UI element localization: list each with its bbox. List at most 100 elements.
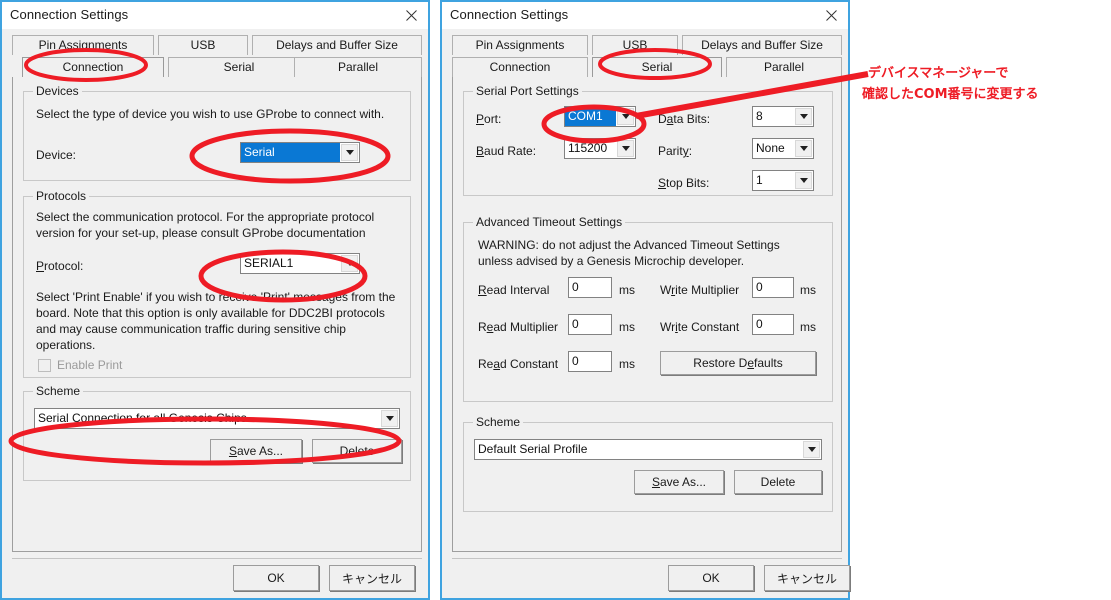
chevron-down-icon[interactable]	[617, 108, 634, 125]
tab-usb[interactable]: USB	[592, 35, 678, 55]
tabs-left: Pin Assignments USB Delays and Buffer Si…	[12, 35, 422, 77]
annotation-line-2: 確認したCOM番号に変更する	[862, 87, 1039, 102]
baud-rate-label: Baud Rate:	[476, 144, 537, 158]
scheme-save-as-label: Save As...	[228, 444, 284, 458]
protocols-description-line1: Select the communication protocol. For t…	[36, 210, 375, 224]
title-bar-right: Connection Settings	[442, 2, 848, 29]
group-timeout-legend: Advanced Timeout Settings	[473, 215, 626, 229]
data-bits-combo[interactable]: 8	[752, 106, 814, 127]
tab-connection[interactable]: Connection	[452, 57, 588, 77]
tab-delays-and-buffer-size[interactable]: Delays and Buffer Size	[682, 35, 842, 55]
title-bar-left: Connection Settings	[2, 2, 428, 29]
group-scheme: Scheme Default Serial Profile Save As...…	[463, 415, 833, 512]
chevron-down-icon[interactable]	[381, 410, 398, 427]
chevron-down-icon[interactable]	[795, 140, 812, 157]
scheme-combo[interactable]: Serial Connection for all Genesis Chips	[34, 408, 400, 429]
group-serial-port-settings: Serial Port Settings Port: COM1 Baud Rat…	[463, 84, 833, 196]
print-note-line1: Select 'Print Enable' if you wish to rec…	[36, 290, 396, 304]
print-note-line4: operations.	[36, 338, 96, 352]
scheme-delete-button[interactable]: Delete	[734, 470, 822, 494]
group-advanced-timeout-settings: Advanced Timeout Settings WARNING: do no…	[463, 215, 833, 402]
write-multiplier-unit: ms	[800, 283, 816, 297]
group-devices-legend: Devices	[33, 84, 82, 98]
print-note-line3: and may cause communication traffic duri…	[36, 322, 346, 336]
write-multiplier-input[interactable]: 0	[752, 277, 794, 298]
enable-print-checkbox[interactable]: Enable Print	[38, 358, 122, 372]
connection-settings-dialog-left: Connection Settings Pin Assignments USB …	[0, 0, 430, 600]
tab-usb[interactable]: USB	[158, 35, 248, 55]
window-title-left: Connection Settings	[10, 7, 129, 22]
scheme-save-as-label: Save As...	[651, 475, 707, 489]
connection-settings-dialog-right: Connection Settings Pin Assignments USB …	[440, 0, 850, 600]
scheme-save-as-button[interactable]: Save As...	[210, 439, 302, 463]
read-interval-unit: ms	[619, 283, 635, 297]
close-icon[interactable]	[398, 4, 424, 26]
scheme-combo[interactable]: Default Serial Profile	[474, 439, 822, 460]
chevron-down-icon[interactable]	[341, 255, 358, 272]
cancel-button-left[interactable]: キャンセル	[329, 565, 415, 591]
write-multiplier-label: Write Multiplier	[660, 283, 740, 297]
close-icon[interactable]	[818, 4, 844, 26]
chevron-down-icon[interactable]	[617, 140, 634, 157]
window-title-right: Connection Settings	[450, 7, 569, 22]
tab-pin-assignments[interactable]: Pin Assignments	[12, 35, 154, 55]
tab-parallel[interactable]: Parallel	[294, 57, 422, 77]
read-constant-input[interactable]: 0	[568, 351, 612, 372]
device-combo[interactable]: Serial	[240, 142, 360, 163]
read-constant-label: Read Constant	[478, 357, 559, 371]
restore-defaults-button[interactable]: Restore Defaults	[660, 351, 816, 375]
protocol-combo-value: SERIAL1	[244, 256, 294, 270]
port-label: Port:	[476, 112, 502, 126]
protocol-label-rest: rotocol:	[44, 259, 84, 273]
group-protocols-legend: Protocols	[33, 189, 90, 203]
tab-serial[interactable]: Serial	[592, 57, 722, 77]
scheme-delete-button[interactable]: Delete	[312, 439, 402, 463]
port-combo-value: COM1	[565, 107, 616, 126]
tab-panel-connection: Devices Select the type of device you wi…	[12, 77, 422, 552]
parity-label: Parity:	[658, 144, 693, 158]
data-bits-label: Data Bits:	[658, 112, 711, 126]
stop-bits-combo-value: 1	[756, 173, 763, 187]
scheme-save-as-button[interactable]: Save As...	[634, 470, 724, 494]
baud-rate-combo[interactable]: 115200	[564, 138, 636, 159]
parity-combo[interactable]: None	[752, 138, 814, 159]
write-constant-input[interactable]: 0	[752, 314, 794, 335]
tab-serial[interactable]: Serial	[168, 57, 310, 77]
restore-defaults-label: Restore Defaults	[693, 356, 783, 370]
cancel-button-right[interactable]: キャンセル	[764, 565, 850, 591]
baud-rate-combo-value: 115200	[568, 141, 608, 155]
read-constant-unit: ms	[619, 357, 635, 371]
write-constant-label: Write Constant	[660, 320, 740, 334]
protocol-combo[interactable]: SERIAL1	[240, 253, 360, 274]
group-protocols: Protocols Select the communication proto…	[23, 189, 411, 378]
footer-divider-left	[12, 558, 422, 559]
annotation-line-1: デバイスマネージャーで	[868, 66, 1009, 81]
group-scheme-legend: Scheme	[33, 384, 84, 398]
devices-description: Select the type of device you wish to us…	[36, 107, 385, 121]
tab-delays-and-buffer-size[interactable]: Delays and Buffer Size	[252, 35, 422, 55]
group-serial-port-legend: Serial Port Settings	[473, 84, 582, 98]
tabs-right: Pin Assignments USB Delays and Buffer Si…	[452, 35, 842, 77]
enable-print-label: Enable Print	[57, 358, 123, 372]
chevron-down-icon[interactable]	[795, 172, 812, 189]
scheme-combo-value: Serial Connection for all Genesis Chips	[38, 411, 247, 425]
footer-divider-right	[452, 558, 842, 559]
chevron-down-icon[interactable]	[341, 144, 358, 161]
chevron-down-icon[interactable]	[803, 441, 820, 458]
tab-parallel[interactable]: Parallel	[726, 57, 842, 77]
read-multiplier-input[interactable]: 0	[568, 314, 612, 335]
port-combo[interactable]: COM1	[564, 106, 636, 127]
timeout-warning-line1: WARNING: do not adjust the Advanced Time…	[478, 238, 780, 252]
device-combo-value: Serial	[241, 143, 340, 162]
stop-bits-combo[interactable]: 1	[752, 170, 814, 191]
protocol-label-accel: P	[36, 259, 45, 273]
tab-pin-assignments[interactable]: Pin Assignments	[452, 35, 588, 55]
ok-button-left[interactable]: OK	[233, 565, 319, 591]
group-devices: Devices Select the type of device you wi…	[23, 84, 411, 181]
chevron-down-icon[interactable]	[795, 108, 812, 125]
read-interval-input[interactable]: 0	[568, 277, 612, 298]
read-multiplier-unit: ms	[619, 320, 635, 334]
ok-button-right[interactable]: OK	[668, 565, 754, 591]
parity-combo-value: None	[756, 141, 785, 155]
tab-connection[interactable]: Connection	[22, 57, 164, 77]
